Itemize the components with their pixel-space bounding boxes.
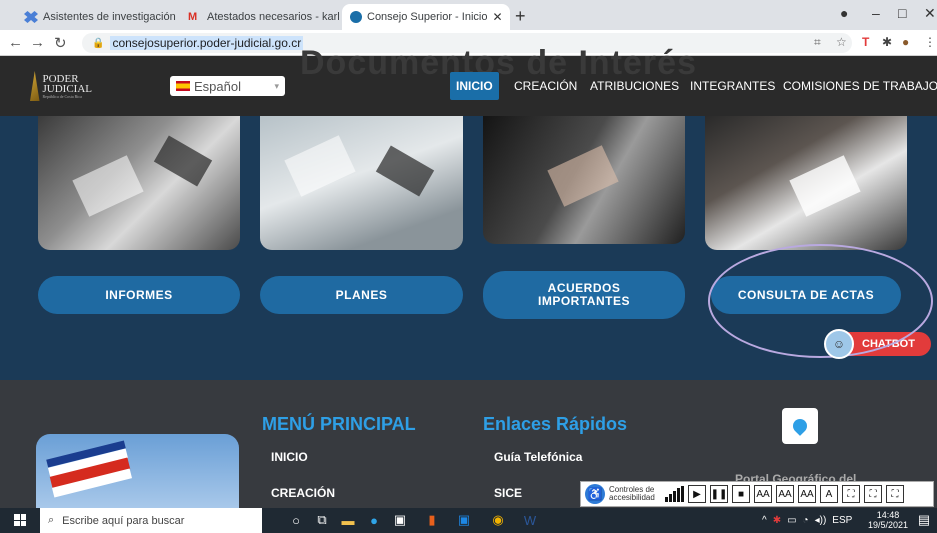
site-header: Documentos de Interés PODER JUDICIAL Rep… xyxy=(0,44,937,116)
browser-tab-2[interactable]: M Atestados necesarios - karlissa.z ✕ xyxy=(180,4,340,30)
browser-tab-1[interactable]: Asistentes de investigación - Dro ✕ xyxy=(16,4,176,30)
dropbox-tray-icon[interactable]: ✱ xyxy=(773,515,781,526)
accessibility-label: Controles de accesibilidad xyxy=(609,485,655,502)
translate-icon[interactable]: ⌗ xyxy=(814,35,821,50)
search-placeholder: Escribe aquí para buscar xyxy=(62,514,185,527)
footer-link-creacion[interactable]: CREACIÓN xyxy=(271,486,335,500)
text-size-2-button[interactable]: AA xyxy=(776,485,794,503)
robot-icon: ☺ xyxy=(824,329,854,359)
gmail-icon: M xyxy=(188,11,198,23)
volume-bars-icon[interactable] xyxy=(665,486,684,502)
nav-atribuciones[interactable]: ATRIBUCIONES xyxy=(590,72,679,100)
browser-tab-bar: Asistentes de investigación - Dro ✕ M At… xyxy=(0,0,937,30)
language-indicator[interactable]: ESP xyxy=(832,515,852,526)
forward-icon[interactable]: → xyxy=(30,34,45,51)
nav-integrantes[interactable]: INTEGRANTES xyxy=(690,72,775,100)
lock-icon: 🔒 xyxy=(92,37,105,49)
menu-icon[interactable]: ⋮ xyxy=(924,35,936,49)
clock-time: 14:48 xyxy=(876,510,900,520)
text-size-3-button[interactable]: AA xyxy=(798,485,816,503)
planes-photo[interactable] xyxy=(260,116,463,250)
zoom-3-button[interactable]: ⛶ xyxy=(886,485,904,503)
language-select[interactable]: Español ▾ xyxy=(170,76,285,96)
annotation-ellipse xyxy=(708,244,933,358)
menu-principal-heading: MENÚ PRINCIPAL xyxy=(262,414,416,434)
back-icon[interactable]: ← xyxy=(8,34,23,51)
system-tray: ^ ✱ ▭ ◔ ◂)) ESP xyxy=(762,508,852,533)
tab-title: Atestados necesarios - karlissa.z xyxy=(207,11,340,23)
edge-icon[interactable]: ● xyxy=(366,512,382,528)
network-icon[interactable]: ◔ xyxy=(803,515,809,526)
taskbar-search[interactable]: ⌕ Escribe aquí para buscar xyxy=(40,508,262,533)
profile-icon[interactable]: ● xyxy=(840,5,848,21)
informes-button[interactable]: INFORMES xyxy=(38,276,240,314)
windows-taskbar: ⌕ Escribe aquí para buscar ○ ⧉ ▬ ● ▣ ▮ ▣… xyxy=(0,508,937,533)
tab-title: Asistentes de investigación - Dro xyxy=(43,11,176,23)
nav-inicio[interactable]: INICIO xyxy=(450,72,499,100)
task-view-icon[interactable]: ⧉ xyxy=(314,512,330,528)
reload-icon[interactable]: ↻ xyxy=(54,34,67,52)
accessibility-icon[interactable]: ♿ xyxy=(585,484,605,504)
new-tab-button[interactable]: + xyxy=(515,6,526,27)
zoom-2-button[interactable]: ⛶ xyxy=(864,485,882,503)
store-icon[interactable]: ▣ xyxy=(392,512,408,528)
accessibility-toolbar: ♿ Controles de accesibilidad ▶ ❚❚ ■ AA A… xyxy=(580,481,934,507)
volume-icon[interactable]: ◂)) xyxy=(815,515,827,526)
logo-line-2: JUDICIAL xyxy=(42,82,93,95)
poder-judicial-logo[interactable]: PODER JUDICIAL República de Costa Rica xyxy=(30,66,92,106)
zoom-1-button[interactable]: ⛶ xyxy=(842,485,860,503)
chrome-icon[interactable]: ◉ xyxy=(490,512,506,528)
costa-rica-flag-photo xyxy=(36,434,239,508)
actas-photo[interactable] xyxy=(705,116,907,250)
acuerdos-photo[interactable] xyxy=(483,116,685,244)
close-window-button[interactable]: ✕ xyxy=(924,5,936,22)
map-pin-icon[interactable] xyxy=(782,408,818,444)
file-explorer-icon[interactable]: ▬ xyxy=(340,512,356,528)
nav-comisiones[interactable]: COMISIONES DE TRABAJO xyxy=(783,72,937,100)
minimize-button[interactable]: – xyxy=(872,5,880,21)
maximize-button[interactable]: □ xyxy=(898,5,906,21)
cortana-icon[interactable]: ○ xyxy=(288,512,304,528)
word-icon[interactable]: W xyxy=(522,512,538,528)
text-size-1-button[interactable]: AA xyxy=(754,485,772,503)
extension-icon[interactable]: T xyxy=(862,35,869,49)
pause-button[interactable]: ❚❚ xyxy=(710,485,728,503)
star-icon[interactable]: ☆ xyxy=(836,35,847,49)
site-favicon-icon xyxy=(350,11,362,23)
chevron-up-icon[interactable]: ^ xyxy=(762,515,767,526)
url-text[interactable]: consejosuperior.poder-judicial.go.cr xyxy=(110,36,304,50)
close-tab-icon[interactable]: ✕ xyxy=(492,10,502,24)
stop-button[interactable]: ■ xyxy=(732,485,750,503)
enlaces-rapidos-heading: Enlaces Rápidos xyxy=(483,414,628,434)
dropbox-icon xyxy=(24,11,38,23)
planes-button[interactable]: PLANES xyxy=(260,276,463,314)
office-icon[interactable]: ▮ xyxy=(424,512,440,528)
nav-creacion[interactable]: CREACIÓN xyxy=(514,72,577,100)
footer-link-inicio[interactable]: INICIO xyxy=(271,450,308,464)
play-button[interactable]: ▶ xyxy=(688,485,706,503)
language-value: Español xyxy=(194,78,241,94)
informes-photo[interactable] xyxy=(38,116,240,250)
logo-mark-icon xyxy=(30,71,40,101)
chevron-down-icon: ▾ xyxy=(274,80,279,91)
browser-tab-3[interactable]: Consejo Superior - Inicio ✕ xyxy=(342,4,510,30)
logo-text: PODER JUDICIAL República de Costa Rica xyxy=(42,72,93,99)
clock-date: 19/5/2021 xyxy=(868,520,909,530)
text-reset-button[interactable]: A xyxy=(820,485,838,503)
footer-link-guia[interactable]: Guía Telefónica xyxy=(494,450,582,464)
spain-flag-icon xyxy=(176,81,190,91)
puzzle-icon[interactable]: ✱ xyxy=(882,35,892,49)
avatar[interactable]: ● xyxy=(902,35,909,49)
battery-icon[interactable]: ▭ xyxy=(787,515,796,526)
acuerdos-button[interactable]: ACUERDOS IMPORTANTES xyxy=(483,271,685,319)
clock[interactable]: 14:48 19/5/2021 xyxy=(868,510,908,530)
footer-link-sice[interactable]: SICE xyxy=(494,486,522,500)
tab-title: Consejo Superior - Inicio xyxy=(367,11,488,23)
logo-line-1: PODER xyxy=(42,72,79,85)
windows-start-icon[interactable] xyxy=(14,514,26,526)
outlook-icon[interactable]: ▣ xyxy=(456,512,472,528)
notification-icon[interactable]: ▤ xyxy=(916,512,932,528)
search-icon: ⌕ xyxy=(48,514,55,526)
